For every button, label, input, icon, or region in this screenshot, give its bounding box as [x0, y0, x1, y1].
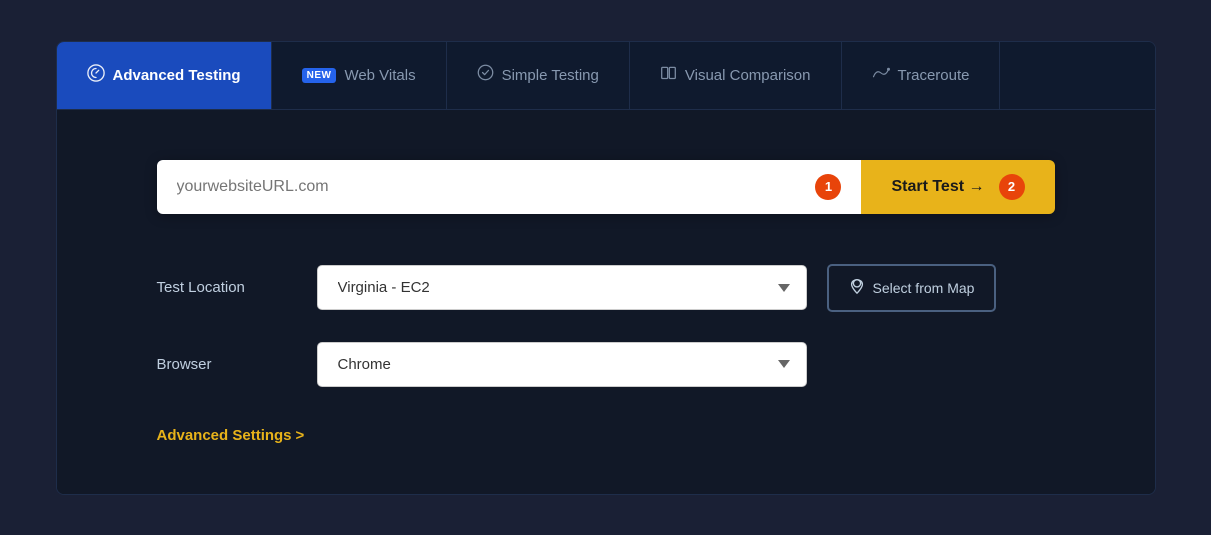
tab-traceroute-label: Traceroute — [898, 67, 970, 84]
visual-comparison-icon — [660, 64, 677, 86]
tab-bar: Advanced Testing NEW Web Vitals Simple T… — [57, 42, 1155, 110]
browser-select[interactable]: Chrome Firefox Safari Edge — [317, 342, 807, 387]
start-test-button[interactable]: Start Test → 2 — [861, 160, 1054, 214]
tab-web-vitals-label: Web Vitals — [344, 67, 415, 84]
browser-row: Browser Chrome Firefox Safari Edge — [157, 342, 1055, 387]
main-container: Advanced Testing NEW Web Vitals Simple T… — [56, 41, 1156, 495]
tab-simple-testing-label: Simple Testing — [502, 67, 599, 84]
test-location-select[interactable]: Virginia - EC2 New York Los Angeles Lond… — [317, 265, 807, 310]
tab-visual-comparison[interactable]: Visual Comparison — [630, 42, 842, 109]
tab-web-vitals[interactable]: NEW Web Vitals — [272, 42, 447, 109]
pin-icon — [849, 277, 865, 299]
content-area: 1 Start Test → 2 Test Location Virginia … — [57, 110, 1155, 494]
test-location-label: Test Location — [157, 279, 297, 296]
new-badge: NEW — [302, 68, 337, 83]
url-input-wrapper: 1 — [157, 160, 862, 214]
advanced-settings-link[interactable]: Advanced Settings > — [157, 427, 1055, 444]
form-section: Test Location Virginia - EC2 New York Lo… — [157, 264, 1055, 444]
tab-visual-comparison-label: Visual Comparison — [685, 67, 811, 84]
start-test-label: Start Test → — [891, 178, 984, 196]
test-location-row: Test Location Virginia - EC2 New York Lo… — [157, 264, 1055, 312]
advanced-testing-icon — [87, 64, 105, 87]
url-bar: 1 Start Test → 2 — [157, 160, 1055, 214]
browser-label: Browser — [157, 356, 297, 373]
step-2-badge: 2 — [999, 174, 1025, 200]
tab-advanced-testing-label: Advanced Testing — [113, 67, 241, 84]
step-1-badge: 1 — [815, 174, 841, 200]
advanced-settings-label: Advanced Settings — [157, 427, 292, 444]
select-from-map-label: Select from Map — [873, 280, 975, 296]
traceroute-icon — [872, 66, 890, 85]
advanced-settings-arrow: > — [296, 427, 305, 444]
url-input[interactable] — [177, 160, 806, 214]
select-from-map-button[interactable]: Select from Map — [827, 264, 997, 312]
tab-simple-testing[interactable]: Simple Testing — [447, 42, 630, 109]
tab-advanced-testing[interactable]: Advanced Testing — [57, 42, 272, 109]
simple-testing-icon — [477, 64, 494, 86]
tab-traceroute[interactable]: Traceroute — [842, 42, 1001, 109]
